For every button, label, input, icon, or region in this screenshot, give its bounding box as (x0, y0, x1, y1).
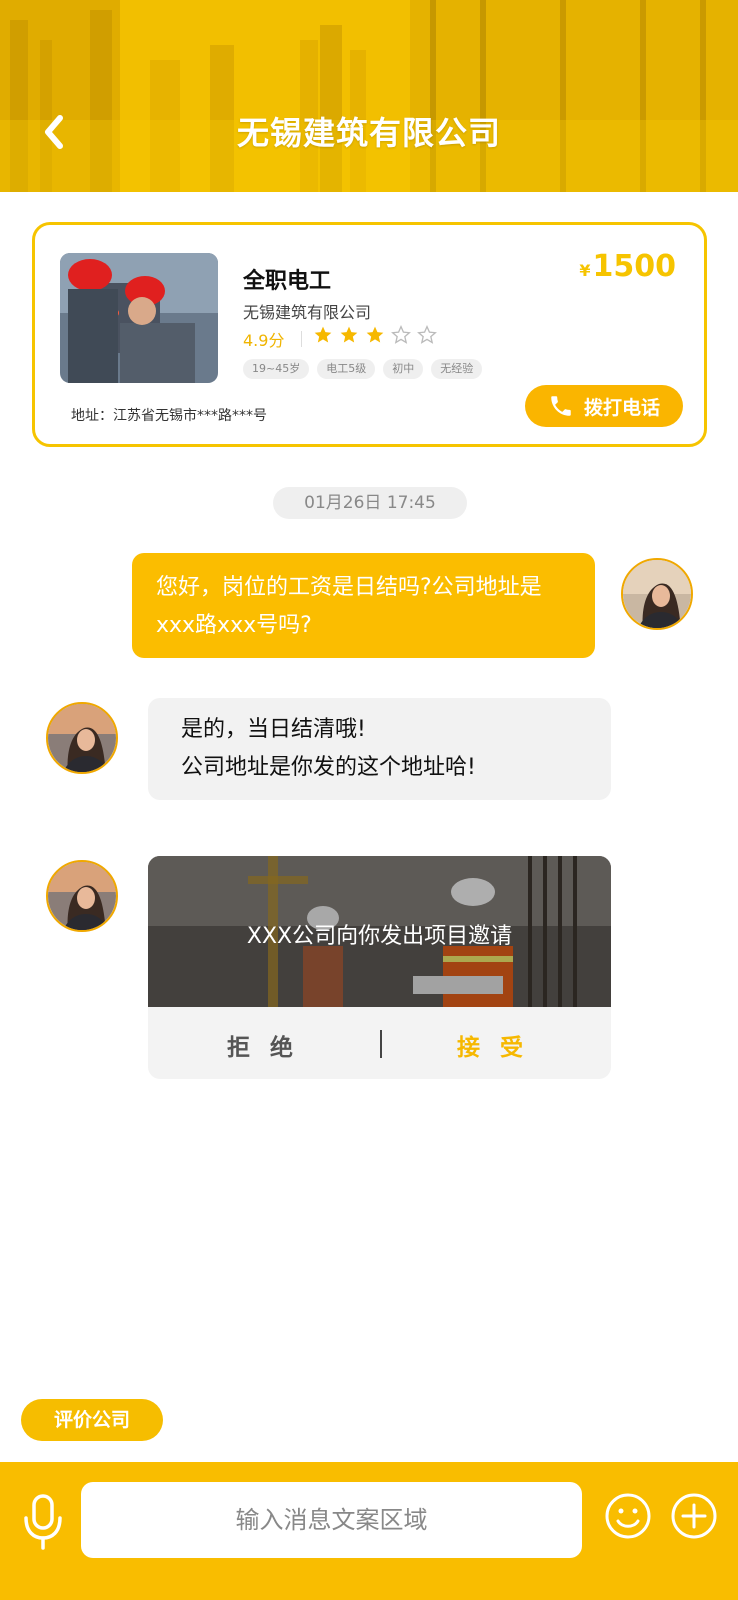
avatar[interactable] (46, 702, 118, 774)
job-tag: 无经验 (431, 359, 483, 379)
job-price: ¥1500 (579, 249, 676, 284)
emoji-button[interactable] (604, 1492, 652, 1540)
message-line: 公司地址是你发的这个地址哈! (181, 755, 476, 780)
reject-button[interactable]: 拒 绝 (208, 1028, 318, 1062)
input-bar (0, 1462, 738, 1600)
invite-text: XXX公司向你发出项目邀请 (246, 924, 513, 949)
star-empty-icon (417, 325, 437, 344)
chat-timestamp: 01月26日 17:45 (273, 487, 467, 519)
job-photo (60, 253, 218, 383)
call-button[interactable]: 拨打电话 (525, 385, 683, 427)
message-bubble-outgoing[interactable]: 您好，岗位的工资是日结吗?公司地址是xxx路xxx号吗? (132, 553, 595, 658)
job-rating: 4.9分 (243, 331, 285, 350)
job-tag: 初中 (383, 359, 424, 379)
job-title: 全职电工 (243, 269, 332, 294)
job-tag: 电工5级 (317, 359, 376, 379)
smiley-icon (605, 1493, 651, 1539)
star-filled-icon (340, 326, 358, 343)
job-card[interactable]: 全职电工 无锡建筑有限公司 4.9分 19~45岁 电工5级 初中 无经验 ¥1… (32, 222, 707, 447)
project-invite-card[interactable]: XXX公司向你发出项目邀请 拒 绝 接 受 (148, 856, 611, 1079)
star-empty-icon (391, 325, 411, 344)
page-title: 无锡建筑有限公司 (236, 114, 501, 152)
price-currency: ¥ (579, 261, 591, 280)
avatar[interactable] (46, 860, 118, 932)
more-button[interactable] (670, 1492, 718, 1540)
star-filled-icon (314, 326, 332, 343)
phone-icon (551, 396, 571, 416)
job-address: 地址：江苏省无锡市***路***号 (71, 408, 267, 424)
invite-divider (380, 1030, 382, 1058)
job-company: 无锡建筑有限公司 (243, 303, 372, 322)
microphone-icon (24, 1494, 62, 1550)
message-line: 是的，当日结清哦! (181, 717, 366, 742)
price-value: 1500 (592, 249, 677, 284)
plus-circle-icon (671, 1493, 717, 1539)
accept-button[interactable]: 接 受 (438, 1028, 548, 1062)
message-bubble-incoming[interactable]: 是的，当日结清哦! 公司地址是你发的这个地址哈! (148, 698, 611, 800)
header-background-image (0, 0, 738, 192)
job-tags: 19~45岁 电工5级 初中 无经验 (243, 359, 483, 379)
voice-button[interactable] (20, 1492, 66, 1552)
call-button-label: 拨打电话 (583, 396, 660, 419)
message-input[interactable] (81, 1482, 582, 1558)
rating-divider (301, 331, 302, 347)
star-filled-icon (366, 326, 384, 343)
header: 无锡建筑有限公司 (0, 0, 738, 192)
rate-company-button[interactable]: 评价公司 (21, 1399, 163, 1441)
avatar[interactable] (621, 558, 693, 630)
rating-stars (313, 325, 437, 345)
job-tag: 19~45岁 (243, 359, 310, 379)
